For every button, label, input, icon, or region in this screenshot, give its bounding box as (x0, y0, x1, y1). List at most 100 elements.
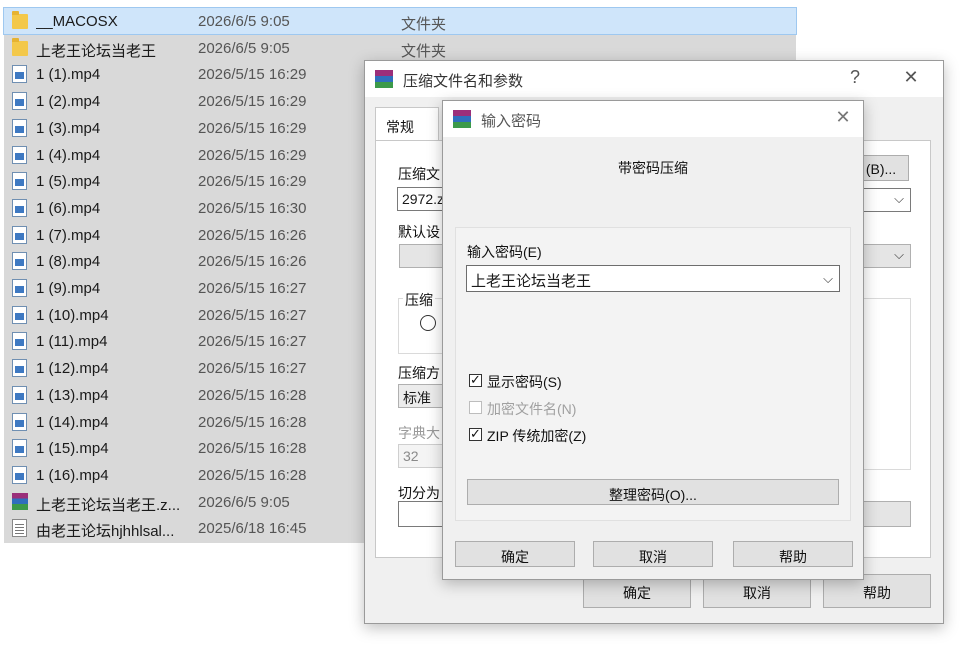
file-date: 2026/5/15 16:27 (198, 360, 307, 378)
file-name: 1 (12).mp4 (36, 360, 109, 378)
winrar-icon (375, 70, 393, 88)
file-name: 1 (13).mp4 (36, 386, 109, 404)
file-date: 2026/5/15 16:26 (198, 253, 307, 271)
file-name: 1 (5).mp4 (36, 173, 101, 191)
text-file-icon (12, 519, 27, 538)
file-name: 1 (3).mp4 (36, 119, 101, 137)
password-dialog-titlebar[interactable]: 输入密码 ✕ (443, 101, 863, 137)
file-name: 上老王论坛当老王.z... (36, 496, 181, 514)
video-file-icon (12, 385, 27, 404)
file-name: 1 (15).mp4 (36, 440, 109, 458)
default-profile-label: 默认设 (398, 224, 440, 240)
file-name: 1 (6).mp4 (36, 199, 101, 217)
file-date: 2026/5/15 16:28 (198, 466, 307, 484)
file-date: 2026/5/15 16:26 (198, 226, 307, 244)
rar-archive-icon (12, 492, 28, 510)
password-value: 上老王论坛当老王 (471, 273, 592, 290)
close-icon[interactable]: ✕ (831, 107, 855, 128)
show-password-checkbox[interactable] (469, 372, 482, 388)
video-file-icon (12, 359, 27, 378)
video-file-icon (12, 332, 27, 351)
archive-dialog-titlebar[interactable]: 压缩文件名和参数 ? ✕ (365, 61, 943, 97)
archive-format-radio[interactable] (420, 315, 436, 331)
file-date: 2026/5/15 16:29 (198, 119, 307, 137)
video-file-icon (12, 65, 27, 84)
video-file-icon (12, 145, 27, 164)
file-date: 2026/5/15 16:28 (198, 440, 307, 458)
password-help-button[interactable]: 帮助 (733, 541, 853, 567)
video-file-icon (12, 225, 27, 244)
video-file-icon (12, 412, 27, 431)
file-name: 由老王论坛hjhhlsal... (36, 523, 175, 541)
tab-general-label: 常规 (386, 119, 414, 135)
file-type: 文件夹 (401, 42, 447, 60)
chevron-down-icon: ⌵ (894, 247, 904, 262)
file-name: 1 (8).mp4 (36, 253, 101, 271)
file-date: 2026/5/15 16:27 (198, 280, 307, 297)
split-volumes-label: 切分为 (398, 485, 440, 501)
archive-name-label: 压缩文 (398, 166, 440, 182)
encrypt-filenames-label: 加密文件名(N) (487, 401, 577, 417)
file-date: 2026/5/15 16:27 (198, 306, 307, 324)
zip-legacy-encryption-checkbox[interactable] (469, 426, 482, 442)
zip-legacy-encryption-label: ZIP 传统加密(Z) (487, 428, 587, 444)
file-name: 1 (4).mp4 (36, 146, 101, 164)
compression-method-label: 压缩方 (398, 365, 440, 381)
video-file-icon (12, 118, 27, 137)
video-file-icon (12, 279, 27, 297)
file-name: 上老王论坛当老王 (36, 42, 157, 60)
video-file-icon (12, 252, 27, 271)
file-name: 1 (1).mp4 (36, 66, 101, 84)
file-row[interactable]: __MACOSX 2026/6/5 9:05 文件夹 (3, 7, 797, 35)
password-cancel-button[interactable]: 取消 (593, 541, 713, 567)
video-file-icon (12, 439, 27, 458)
video-file-icon (12, 92, 27, 111)
password-dialog-title: 输入密码 (481, 113, 542, 130)
password-label: 输入密码(E) (467, 244, 542, 260)
file-date: 2026/5/15 16:27 (198, 333, 307, 351)
file-date: 2026/6/5 9:05 (198, 493, 290, 511)
folder-icon (12, 11, 28, 29)
file-date: 2026/5/15 16:29 (198, 66, 307, 84)
file-date: 2026/5/15 16:29 (198, 173, 307, 191)
help-question-icon[interactable]: ? (843, 67, 867, 88)
organize-passwords-button[interactable]: 整理密码(O)... (467, 479, 839, 505)
file-type: 文件夹 (401, 16, 447, 33)
file-date: 2026/6/5 9:05 (198, 13, 290, 30)
show-password-label: 显示密码(S) (487, 374, 562, 390)
file-name: 1 (16).mp4 (36, 466, 109, 484)
file-date: 2026/5/15 16:29 (198, 93, 307, 111)
file-date: 2025/6/18 16:45 (198, 520, 307, 538)
encrypt-filenames-checkbox[interactable] (469, 401, 482, 414)
password-dialog: 输入密码 ✕ 带密码压缩 输入密码(E) 上老王论坛当老王 ⌵ 显示密码(S) … (442, 100, 864, 580)
file-name: 1 (9).mp4 (36, 280, 101, 297)
archive-format-label: 压缩 (403, 290, 435, 310)
video-file-icon (12, 172, 27, 191)
file-name: 1 (10).mp4 (36, 306, 109, 324)
video-file-icon (12, 198, 27, 217)
video-file-icon (12, 305, 27, 324)
video-file-icon (12, 465, 27, 484)
winrar-icon (453, 110, 471, 128)
file-name: 1 (11).mp4 (36, 333, 108, 351)
file-date: 2026/5/15 16:29 (198, 146, 307, 164)
file-row[interactable]: 上老王论坛当老王 2026/6/5 9:05 文件夹 (4, 35, 796, 61)
chevron-down-icon: ⌵ (894, 191, 904, 206)
file-date: 2026/5/15 16:28 (198, 413, 307, 431)
password-dialog-heading: 带密码压缩 (618, 160, 688, 176)
file-name: 1 (2).mp4 (36, 93, 101, 111)
file-date: 2026/6/5 9:05 (198, 39, 290, 57)
close-icon[interactable]: ✕ (899, 67, 923, 88)
archive-dialog-title: 压缩文件名和参数 (403, 73, 524, 90)
file-name: 1 (14).mp4 (36, 413, 109, 431)
file-date: 2026/5/15 16:28 (198, 386, 307, 404)
dictionary-size-label: 字典大 (398, 425, 440, 441)
file-date: 2026/5/15 16:30 (198, 199, 307, 217)
folder-icon (12, 37, 28, 56)
file-name: 1 (7).mp4 (36, 226, 101, 244)
password-ok-button[interactable]: 确定 (455, 541, 575, 567)
password-input[interactable]: 上老王论坛当老王 ⌵ (466, 265, 840, 292)
tab-general[interactable]: 常规 (375, 107, 439, 141)
file-name: __MACOSX (36, 13, 118, 30)
chevron-down-icon[interactable]: ⌵ (823, 271, 833, 287)
